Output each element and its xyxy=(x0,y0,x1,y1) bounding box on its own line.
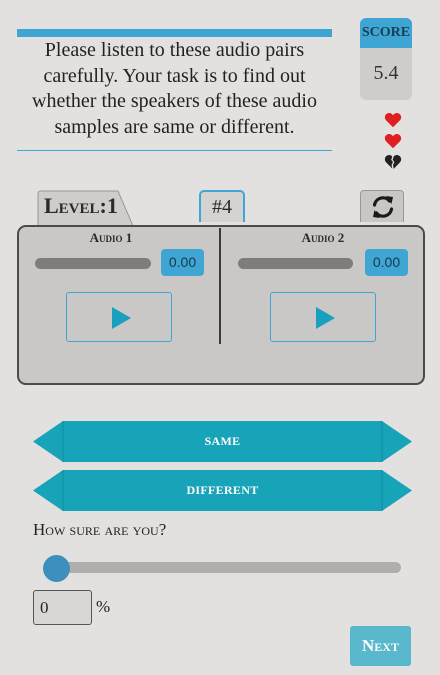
audio-1-progress-track[interactable] xyxy=(35,258,151,269)
instructions-top-bar xyxy=(17,29,332,37)
score-label: SCORE xyxy=(360,18,412,48)
confidence-slider-thumb[interactable] xyxy=(43,555,70,582)
confidence-slider-track[interactable] xyxy=(44,562,401,573)
audio-1-time: 0.00 xyxy=(161,249,204,276)
different-button-label: DIFFERENT xyxy=(186,483,259,497)
play-icon xyxy=(316,307,335,329)
level-label: Level:1 xyxy=(44,193,118,218)
audio-divider xyxy=(219,228,221,344)
different-button[interactable]: DIFFERENT xyxy=(33,470,412,511)
audio-2-label: Audio 2 xyxy=(301,230,345,245)
confidence-input[interactable] xyxy=(33,590,92,625)
instructions-bottom-rule xyxy=(17,150,332,151)
audio-1-play-button[interactable] xyxy=(66,292,172,342)
play-icon xyxy=(112,307,131,329)
audio-2-time: 0.00 xyxy=(365,249,408,276)
audio-1-label: Audio 1 xyxy=(89,230,133,245)
confidence-label: How sure are you? xyxy=(33,520,167,539)
heart-full-icon xyxy=(384,113,402,128)
same-button-label: SAME xyxy=(204,434,241,448)
instructions-text: Please listen to these audio pairs caref… xyxy=(32,39,317,138)
percent-sign: % xyxy=(96,597,111,616)
same-button[interactable]: SAME xyxy=(33,421,412,462)
level-tab: Level:1 xyxy=(34,190,134,226)
pair-number-tab: #4 xyxy=(199,190,245,222)
score-value: 5.4 xyxy=(373,62,399,84)
next-button[interactable]: Next xyxy=(350,626,411,666)
heart-broken-icon xyxy=(384,154,402,169)
refresh-button[interactable] xyxy=(360,190,404,222)
refresh-icon xyxy=(372,196,394,218)
score-box: SCORE 5.4 xyxy=(360,18,412,100)
audio-2-progress-track[interactable] xyxy=(238,258,353,269)
audio-2-play-button[interactable] xyxy=(270,292,376,342)
heart-full-icon xyxy=(384,134,402,149)
